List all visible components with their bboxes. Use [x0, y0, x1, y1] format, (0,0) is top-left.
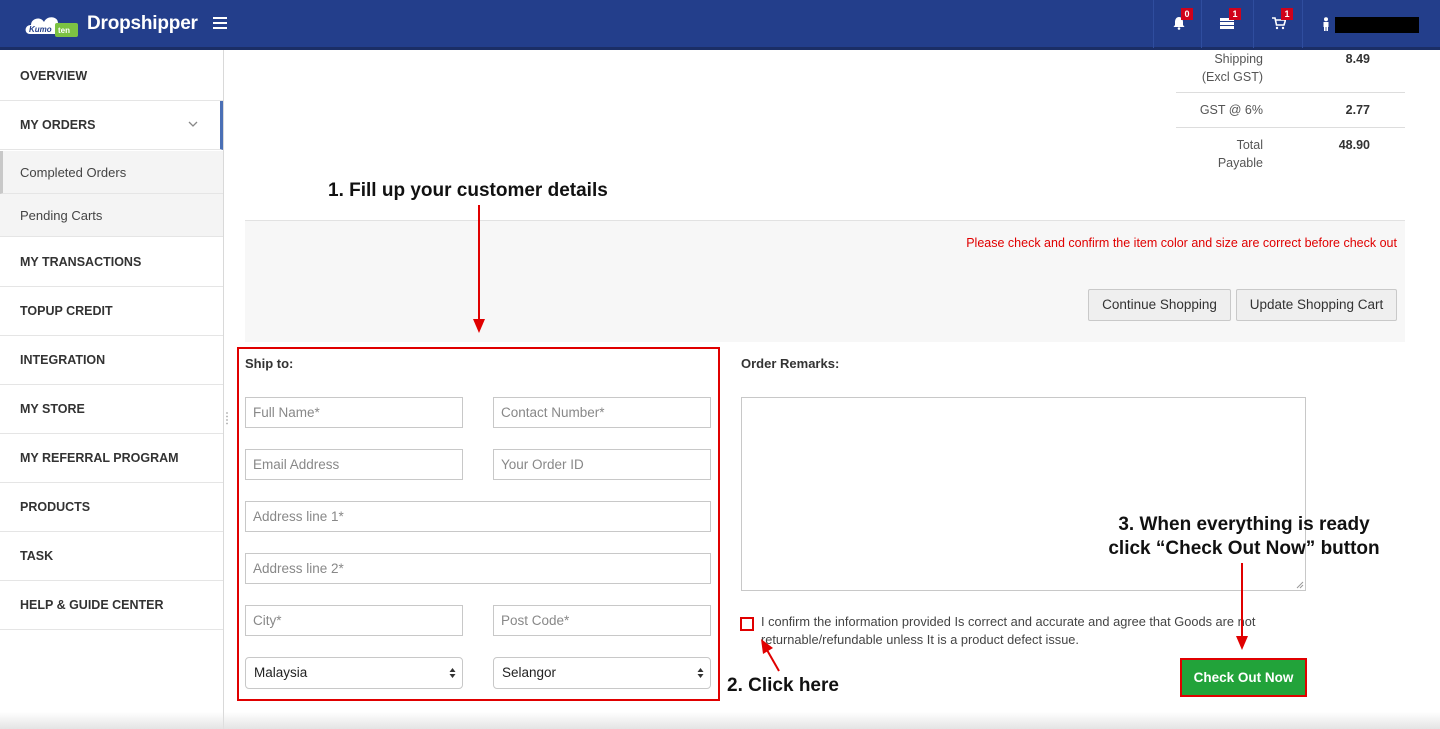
sidebar-item-label: HELP & GUIDE CENTER: [20, 598, 164, 612]
messages-button[interactable]: 1: [1201, 0, 1249, 48]
user-icon: [1323, 17, 1329, 31]
ship-to-highlight-box: [237, 347, 720, 701]
svg-text:Kumo: Kumo: [29, 25, 52, 34]
check-warning-text: Please check and confirm the item color …: [966, 236, 1397, 250]
confirm-checkbox[interactable]: [740, 617, 754, 631]
bottom-shadow: [0, 712, 1440, 729]
annotation-step-3-line-2: click “Check Out Now” button: [1108, 538, 1380, 559]
cart-count-badge: 1: [1281, 8, 1293, 20]
annotation-step-3-line-1: 3. When everything is ready: [1118, 514, 1370, 535]
sidebar-item-my-orders[interactable]: MY ORDERS: [0, 101, 223, 150]
continue-shopping-button[interactable]: Continue Shopping: [1088, 289, 1231, 321]
annotation-step-3: 3. When everything is ready click “Check…: [1094, 513, 1394, 561]
sidebar-item-topup-credit[interactable]: TOPUP CREDIT: [0, 287, 223, 336]
chevron-down-icon: [188, 121, 198, 127]
update-shopping-cart-button[interactable]: Update Shopping Cart: [1236, 289, 1397, 321]
redacted-username: [1335, 17, 1419, 33]
sidebar-item-label: MY ORDERS: [20, 118, 96, 132]
sidebar-item-label: MY TRANSACTIONS: [20, 255, 142, 269]
order-remarks-title: Order Remarks:: [741, 356, 840, 371]
sidebar-item-integration[interactable]: INTEGRATION: [0, 336, 223, 385]
sidebar-item-help-guide-center[interactable]: HELP & GUIDE CENTER: [0, 581, 223, 630]
sidebar-item-my-store[interactable]: MY STORE: [0, 385, 223, 434]
sidebar-item-label: MY REFERRAL PROGRAM: [20, 451, 179, 465]
total-payable-value: 48.90: [1338, 138, 1370, 152]
sidebar-subitem-label: Completed Orders: [20, 165, 127, 180]
totals-shipping-row: Shipping (Excl GST) 8.49: [1176, 50, 1405, 93]
sidebar-item-label: MY STORE: [20, 402, 85, 416]
sidebar-resize-handle[interactable]: [225, 411, 229, 425]
confirm-text: I confirm the information provided Is co…: [761, 614, 1256, 647]
total-payable-label: Total Payable: [1217, 138, 1263, 170]
shipping-label: Shipping (Excl GST): [1201, 52, 1263, 84]
notifications-count-badge: 0: [1181, 8, 1193, 20]
sidebar: OVERVIEW MY ORDERS Completed Orders Pend…: [0, 50, 224, 729]
messages-count-badge: 1: [1229, 8, 1241, 20]
check-out-now-button[interactable]: Check Out Now: [1180, 658, 1307, 697]
annotation-step-2: 2. Click here: [727, 675, 839, 696]
sidebar-item-label: TOPUP CREDIT: [20, 304, 113, 318]
brand-title: Dropshipper: [87, 13, 198, 34]
cart-action-bar: Please check and confirm the item color …: [245, 220, 1405, 342]
svg-text:ten: ten: [58, 26, 70, 35]
sidebar-subitem-pending-carts[interactable]: Pending Carts: [0, 194, 223, 237]
sidebar-item-my-referral-program[interactable]: MY REFERRAL PROGRAM: [0, 434, 223, 483]
totals-gst-row: GST @ 6% 2.77: [1176, 93, 1405, 128]
cart-button[interactable]: 1: [1253, 0, 1302, 48]
resize-grip-icon[interactable]: [1296, 581, 1304, 589]
annotation-step-1: 1. Fill up your customer details: [328, 180, 608, 201]
sidebar-item-products[interactable]: PRODUCTS: [0, 483, 223, 532]
notifications-button[interactable]: 0: [1153, 0, 1201, 48]
sidebar-item-label: TASK: [20, 549, 54, 563]
sidebar-item-task[interactable]: TASK: [0, 532, 223, 581]
sidebar-item-label: INTEGRATION: [20, 353, 106, 367]
user-menu[interactable]: [1302, 0, 1440, 48]
shipping-value: 8.49: [1345, 52, 1370, 66]
kumoten-logo[interactable]: Kumo ten: [22, 10, 80, 40]
sidebar-item-my-transactions[interactable]: MY TRANSACTIONS: [0, 238, 223, 287]
sidebar-item-label: PRODUCTS: [20, 500, 91, 514]
sidebar-subitem-completed-orders[interactable]: Completed Orders: [0, 151, 223, 194]
sidebar-item-overview[interactable]: OVERVIEW: [0, 52, 223, 101]
totals-payable-row: Total Payable 48.90: [1176, 128, 1405, 178]
sidebar-subitem-label: Pending Carts: [20, 208, 103, 223]
gst-value: 2.77: [1345, 103, 1370, 117]
menu-toggle-icon[interactable]: [213, 17, 227, 29]
top-navigation-bar: Kumo ten Dropshipper 0 1 1: [0, 0, 1440, 50]
order-remarks-textarea[interactable]: [741, 397, 1306, 591]
gst-label: GST @ 6%: [1199, 103, 1263, 117]
sidebar-item-label: OVERVIEW: [20, 69, 88, 83]
